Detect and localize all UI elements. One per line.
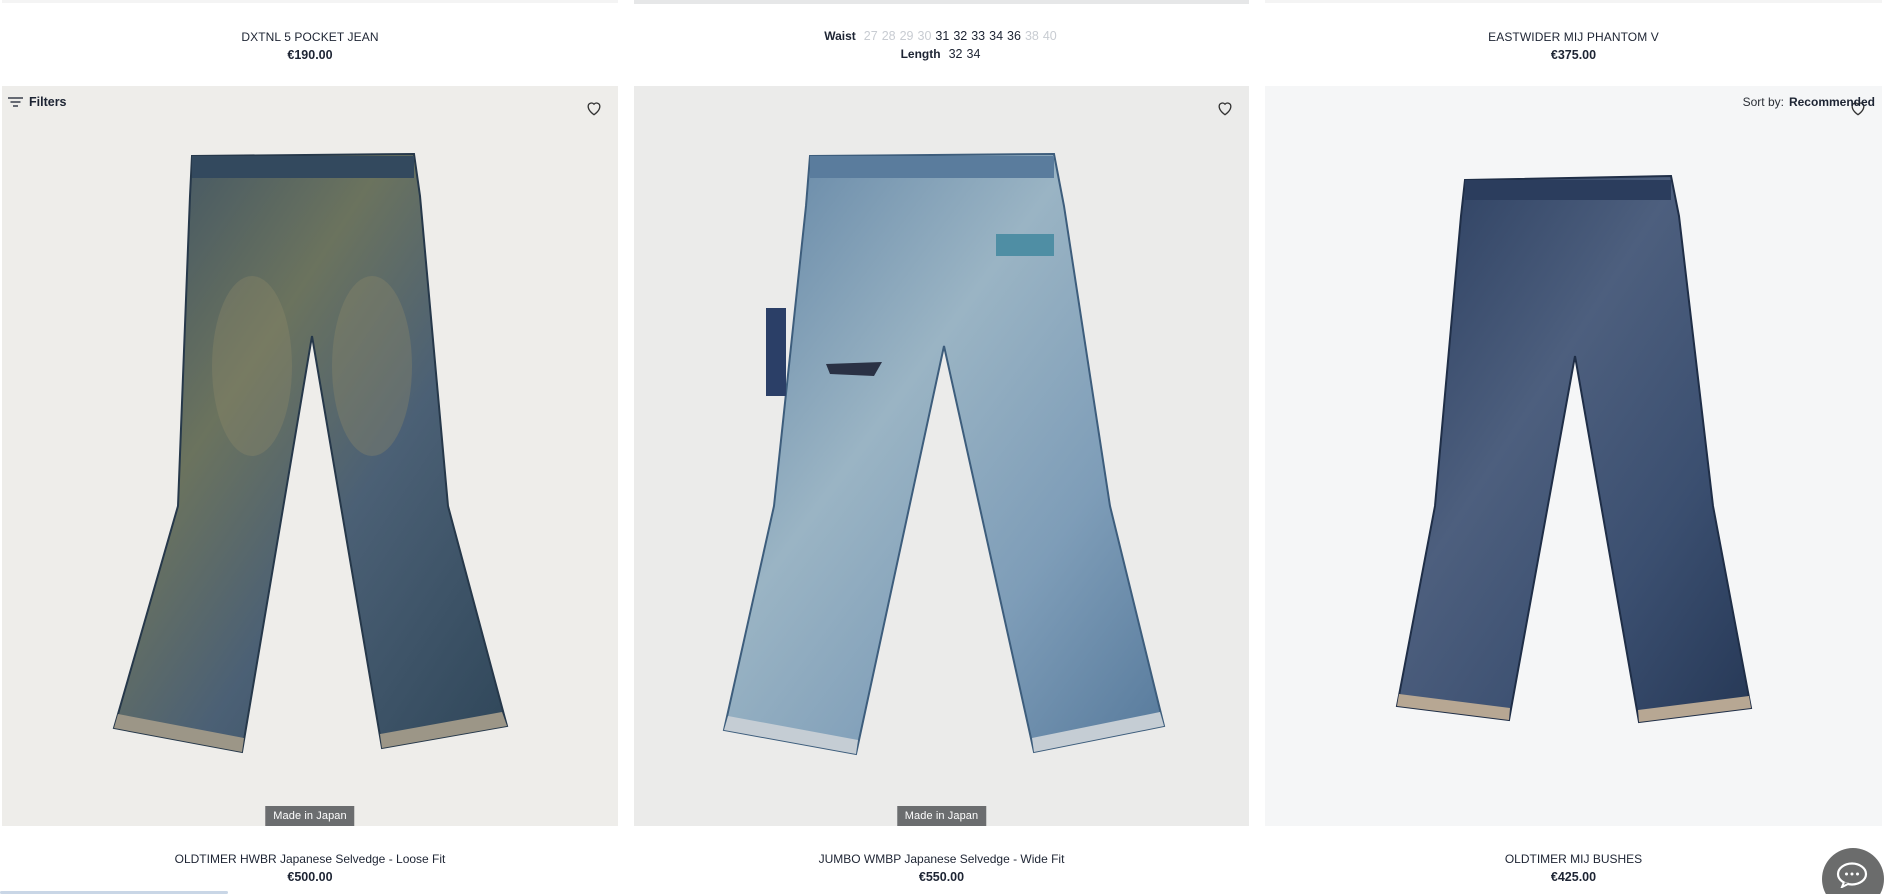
- product-price: €550.00: [918, 870, 965, 884]
- length-label: Length: [900, 47, 941, 61]
- waist-size-option[interactable]: 36: [1007, 29, 1021, 43]
- waist-size-option[interactable]: 32: [953, 29, 967, 43]
- product-title[interactable]: OLDTIMER MIJ BUSHES: [1265, 852, 1882, 866]
- product-price: €190.00: [287, 48, 333, 62]
- waist-size-option: 38: [1024, 29, 1039, 43]
- product-listing-page: DXTNL 5 POCKET JEAN €190.00 Waist 27 28 29 3…: [0, 0, 1884, 894]
- product-image[interactable]: [1265, 86, 1882, 826]
- product-title[interactable]: DXTNL 5 POCKET JEAN: [2, 30, 618, 44]
- waist-size-selector: Waist 27 28 29 30 31 32 33 34 36 38 40: [634, 29, 1249, 43]
- heart-outline-icon: [587, 102, 601, 116]
- sort-dropdown[interactable]: Sort by: Recommended: [1743, 95, 1875, 109]
- waist-size-option[interactable]: 31: [935, 29, 949, 43]
- wishlist-button[interactable]: [1215, 98, 1235, 118]
- waist-size-option: 30: [917, 29, 932, 43]
- product-image-edge[interactable]: [634, 0, 1249, 4]
- product-title[interactable]: JUMBO WMBP Japanese Selvedge - Wide Fit: [634, 852, 1249, 866]
- product-image-edge[interactable]: [2, 0, 618, 3]
- waist-size-option: 40: [1042, 29, 1057, 43]
- jeans-image: [1395, 174, 1753, 724]
- waist-size-option: 28: [881, 29, 896, 43]
- made-in-japan-badge: Made in Japan: [896, 806, 987, 826]
- product-price: €375.00: [1550, 48, 1597, 62]
- waist-size-option: 29: [899, 29, 914, 43]
- filter-lines-icon: [8, 97, 23, 107]
- chat-bubble-icon: [1836, 862, 1868, 888]
- filters-label: Filters: [29, 95, 67, 109]
- made-in-japan-badge: Made in Japan: [265, 806, 355, 826]
- sort-label: Sort by:: [1742, 95, 1784, 109]
- jeans-image: [112, 152, 509, 754]
- waist-label: Waist: [824, 29, 856, 43]
- product-title[interactable]: EASTWIDER MIJ PHANTOM V: [1265, 30, 1882, 44]
- previous-products-row: DXTNL 5 POCKET JEAN €190.00 Waist 27 28 29 3…: [0, 0, 1884, 86]
- waist-size-option[interactable]: 34: [989, 29, 1003, 43]
- product-price: €425.00: [1550, 870, 1597, 884]
- filters-button[interactable]: Filters: [8, 95, 67, 109]
- length-size-selector: Length 32 34: [634, 47, 1249, 61]
- waist-size-option[interactable]: 33: [971, 29, 985, 43]
- sort-value: Recommended: [1788, 95, 1875, 109]
- waist-size-option: 27: [863, 29, 878, 43]
- length-size-option[interactable]: 34: [967, 47, 981, 61]
- product-card[interactable]: OLDTIMER MIJ BUSHES €425.00: [1265, 86, 1882, 884]
- product-card-size-overlay[interactable]: Waist 27 28 29 30 31 32 33 34 36 38 40 Length 32 34: [634, 0, 1249, 86]
- heart-outline-icon: [1218, 102, 1232, 116]
- product-image-edge[interactable]: [1265, 0, 1882, 3]
- product-price: €500.00: [287, 870, 333, 884]
- product-card[interactable]: Made in Japan JUMBO WMBP Japanese Selved…: [634, 86, 1249, 884]
- product-card-dxtnl[interactable]: DXTNL 5 POCKET JEAN €190.00: [2, 0, 618, 86]
- product-image[interactable]: Made in Japan: [2, 86, 618, 826]
- product-card-eastwider[interactable]: EASTWIDER MIJ PHANTOM V €375.00: [1265, 0, 1882, 86]
- product-title[interactable]: OLDTIMER HWBR Japanese Selvedge - Loose …: [2, 852, 618, 866]
- product-image[interactable]: Made in Japan: [634, 86, 1249, 826]
- wishlist-button[interactable]: [584, 98, 604, 118]
- product-card[interactable]: Made in Japan OLDTIMER HWBR Japanese Sel…: [2, 86, 618, 884]
- jeans-image: [722, 152, 1166, 756]
- length-size-option[interactable]: 32: [949, 47, 963, 61]
